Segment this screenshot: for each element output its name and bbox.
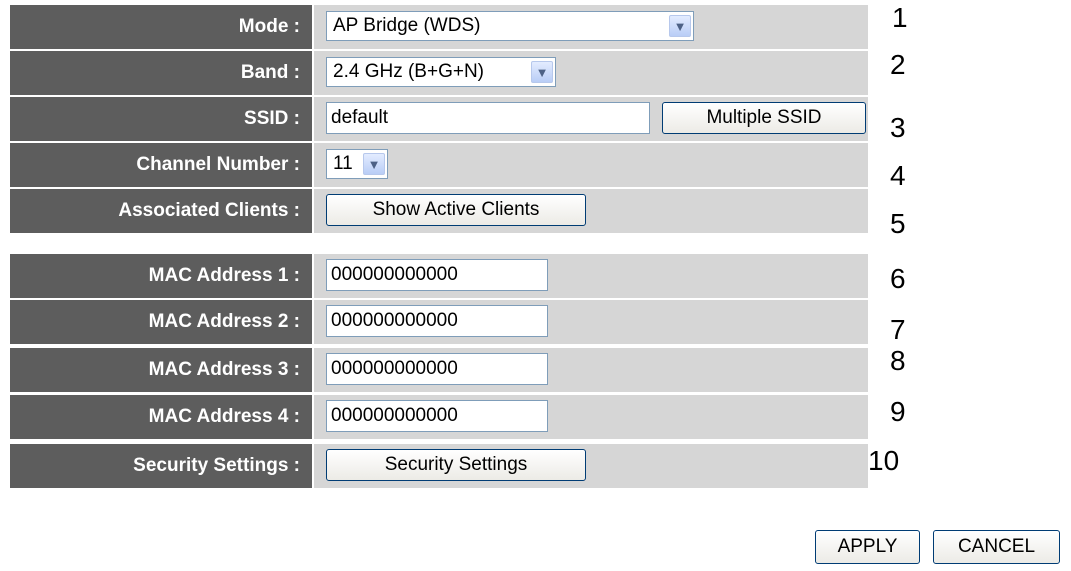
- channel-label: Channel Number :: [10, 143, 312, 187]
- ssid-row: SSID : default Multiple SSID: [10, 97, 868, 141]
- mac2-label: MAC Address 2 :: [10, 300, 312, 344]
- mac1-label: MAC Address 1 :: [10, 254, 312, 298]
- mac1-input[interactable]: 000000000000: [326, 259, 548, 291]
- mac1-cell: 000000000000: [314, 254, 868, 298]
- mac4-cell: 000000000000: [314, 395, 868, 439]
- mac3-input[interactable]: 000000000000: [326, 353, 548, 385]
- security-settings-button[interactable]: Security Settings: [326, 449, 586, 481]
- mac3-label: MAC Address 3 :: [10, 348, 312, 392]
- chevron-down-icon[interactable]: ▼: [669, 15, 691, 37]
- chevron-down-icon[interactable]: ▼: [531, 61, 553, 83]
- callout-7: 7: [890, 314, 906, 345]
- callout-2: 2: [890, 49, 906, 80]
- mode-label: Mode :: [10, 5, 312, 49]
- mac2-input[interactable]: 000000000000: [326, 305, 548, 337]
- band-row: Band : 2.4 GHz (B+G+N) ▼: [10, 51, 868, 95]
- mac4-row: MAC Address 4 : 000000000000: [10, 395, 868, 439]
- mode-cell: AP Bridge (WDS) ▼: [314, 5, 868, 49]
- multiple-ssid-button[interactable]: Multiple SSID: [662, 102, 866, 134]
- mac3-row: MAC Address 3 : 000000000000: [10, 348, 868, 392]
- security-cell: Security Settings: [314, 444, 868, 488]
- clients-label: Associated Clients :: [10, 189, 312, 233]
- callout-9: 9: [890, 396, 906, 427]
- band-select-value: 2.4 GHz (B+G+N): [333, 61, 484, 82]
- clients-cell: Show Active Clients: [314, 189, 868, 233]
- ssid-input[interactable]: default: [326, 102, 650, 134]
- mac1-row: MAC Address 1 : 000000000000: [10, 254, 868, 298]
- chevron-down-icon[interactable]: ▼: [363, 153, 385, 175]
- mac4-label: MAC Address 4 :: [10, 395, 312, 439]
- security-label: Security Settings :: [10, 444, 312, 488]
- channel-cell: 11 ▼: [314, 143, 868, 187]
- ssid-cell: default Multiple SSID: [314, 97, 868, 141]
- band-select[interactable]: 2.4 GHz (B+G+N) ▼: [326, 57, 556, 87]
- show-active-clients-button[interactable]: Show Active Clients: [326, 194, 586, 226]
- callout-8: 8: [890, 345, 906, 376]
- channel-row: Channel Number : 11 ▼: [10, 143, 868, 187]
- mac3-cell: 000000000000: [314, 348, 868, 392]
- callout-1: 1: [892, 2, 908, 33]
- apply-button[interactable]: APPLY: [815, 530, 920, 564]
- cancel-button[interactable]: CANCEL: [933, 530, 1060, 564]
- band-cell: 2.4 GHz (B+G+N) ▼: [314, 51, 868, 95]
- callout-3: 3: [890, 112, 906, 143]
- mode-select-value: AP Bridge (WDS): [333, 15, 481, 36]
- mode-select[interactable]: AP Bridge (WDS) ▼: [326, 11, 694, 41]
- ssid-label: SSID :: [10, 97, 312, 141]
- security-row: Security Settings : Security Settings: [10, 444, 868, 488]
- callout-10: 10: [868, 445, 900, 476]
- channel-select-value: 11: [333, 153, 353, 174]
- clients-row: Associated Clients : Show Active Clients: [10, 189, 868, 233]
- mode-row: Mode : AP Bridge (WDS) ▼: [10, 5, 868, 49]
- callout-6: 6: [890, 263, 906, 294]
- channel-select[interactable]: 11 ▼: [326, 149, 388, 179]
- mac2-row: MAC Address 2 : 000000000000: [10, 300, 868, 344]
- band-label: Band :: [10, 51, 312, 95]
- callout-4: 4: [890, 160, 906, 191]
- mac4-input[interactable]: 000000000000: [326, 400, 548, 432]
- mac2-cell: 000000000000: [314, 300, 868, 344]
- callout-5: 5: [890, 208, 906, 239]
